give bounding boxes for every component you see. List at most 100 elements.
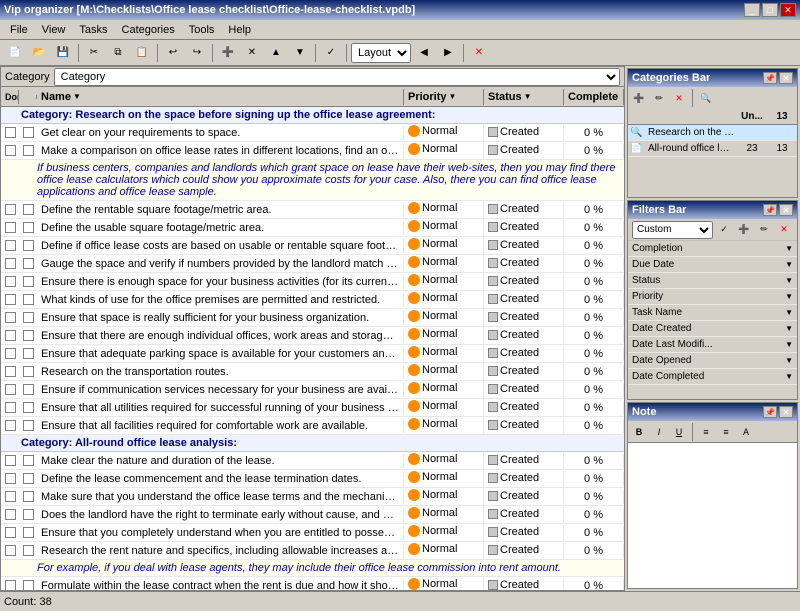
menu-view[interactable]: View bbox=[36, 22, 72, 38]
menu-tools[interactable]: Tools bbox=[183, 22, 221, 38]
task-checkbox-14[interactable] bbox=[19, 383, 37, 396]
task-row-9[interactable]: What kinds of use for the office premise… bbox=[1, 291, 624, 309]
toolbar-delete-task-button[interactable]: ✕ bbox=[241, 42, 263, 64]
task-checkbox-22[interactable] bbox=[19, 526, 37, 539]
layout-next-button[interactable]: ▶ bbox=[437, 42, 459, 64]
task-checkbox-21[interactable] bbox=[19, 508, 37, 521]
minimize-button[interactable]: _ bbox=[744, 3, 760, 17]
note-content[interactable] bbox=[628, 443, 797, 588]
task-done-checkbox-22[interactable] bbox=[1, 526, 19, 539]
task-done-checkbox-20[interactable] bbox=[1, 490, 19, 503]
category-filter-select[interactable]: Category bbox=[54, 68, 620, 86]
task-row-25[interactable]: Formulate within the lease contract when… bbox=[1, 577, 624, 590]
task-row-20[interactable]: Make sure that you understand the office… bbox=[1, 488, 624, 506]
categories-close-button[interactable]: ✕ bbox=[779, 72, 793, 84]
task-checkbox-25[interactable] bbox=[19, 579, 37, 590]
task-checkbox-2[interactable] bbox=[19, 144, 37, 157]
task-done-checkbox-6[interactable] bbox=[1, 239, 19, 252]
task-done-checkbox-25[interactable] bbox=[1, 579, 19, 590]
task-row-1[interactable]: Get clear on your requirements to space.… bbox=[1, 124, 624, 142]
toolbar-cut-button[interactable]: ✂ bbox=[83, 42, 105, 64]
filters-pin-button[interactable]: 📌 bbox=[763, 204, 777, 216]
th-name[interactable]: Name ▼ bbox=[37, 89, 404, 105]
task-row-16[interactable]: Ensure that all facilities required for … bbox=[1, 417, 624, 435]
task-done-checkbox-9[interactable] bbox=[1, 293, 19, 306]
task-done-checkbox-23[interactable] bbox=[1, 544, 19, 557]
note-italic-button[interactable]: I bbox=[650, 423, 668, 441]
task-row-23[interactable]: Research the rent nature and specifics, … bbox=[1, 542, 624, 560]
task-done-checkbox-19[interactable] bbox=[1, 472, 19, 485]
categories-pin-button[interactable]: 📌 bbox=[763, 72, 777, 84]
task-checkbox-20[interactable] bbox=[19, 490, 37, 503]
task-checkbox-16[interactable] bbox=[19, 419, 37, 432]
task-done-checkbox-14[interactable] bbox=[1, 383, 19, 396]
task-checkbox-1[interactable] bbox=[19, 126, 37, 139]
task-row-2[interactable]: Make a comparison on office lease rates … bbox=[1, 142, 624, 160]
filter-status[interactable]: Status ▼ bbox=[628, 273, 797, 289]
task-done-checkbox-4[interactable] bbox=[1, 203, 19, 216]
menu-help[interactable]: Help bbox=[222, 22, 257, 38]
task-done-checkbox-5[interactable] bbox=[1, 221, 19, 234]
task-row-4[interactable]: Define the rentable square footage/metri… bbox=[1, 201, 624, 219]
task-done-checkbox-2[interactable] bbox=[1, 144, 19, 157]
filter-date-created[interactable]: Date Created ▼ bbox=[628, 321, 797, 337]
task-row-14[interactable]: Ensure if communication services necessa… bbox=[1, 381, 624, 399]
task-done-checkbox-12[interactable] bbox=[1, 347, 19, 360]
task-done-checkbox-13[interactable] bbox=[1, 365, 19, 378]
task-done-checkbox-8[interactable] bbox=[1, 275, 19, 288]
filter-date-opened[interactable]: Date Opened ▼ bbox=[628, 353, 797, 369]
task-checkbox-18[interactable] bbox=[19, 454, 37, 467]
toolbar-cancel-button[interactable]: ✕ bbox=[468, 42, 490, 64]
toolbar-check-button[interactable]: ✓ bbox=[320, 42, 342, 64]
filter-due-date[interactable]: Due Date ▼ bbox=[628, 257, 797, 273]
task-done-checkbox-7[interactable] bbox=[1, 257, 19, 270]
task-checkbox-6[interactable] bbox=[19, 239, 37, 252]
note-bold-button[interactable]: B bbox=[630, 423, 648, 441]
th-status[interactable]: Status ▼ bbox=[484, 89, 564, 105]
task-checkbox-13[interactable] bbox=[19, 365, 37, 378]
task-row-22[interactable]: Ensure that you completely understand wh… bbox=[1, 524, 624, 542]
task-row-11[interactable]: Ensure that there are enough individual … bbox=[1, 327, 624, 345]
toolbar-move-up-button[interactable]: ▲ bbox=[265, 42, 287, 64]
task-done-checkbox-16[interactable] bbox=[1, 419, 19, 432]
filter-add-button[interactable]: ➕ bbox=[735, 221, 753, 239]
task-checkbox-10[interactable] bbox=[19, 311, 37, 324]
task-row-10[interactable]: Ensure that space is really sufficient f… bbox=[1, 309, 624, 327]
task-row-21[interactable]: Does the landlord have the right to term… bbox=[1, 506, 624, 524]
task-done-checkbox-10[interactable] bbox=[1, 311, 19, 324]
task-checkbox-9[interactable] bbox=[19, 293, 37, 306]
filter-task-name[interactable]: Task Name ▼ bbox=[628, 305, 797, 321]
layout-select[interactable]: Layout bbox=[351, 43, 411, 63]
filter-completion[interactable]: Completion ▼ bbox=[628, 241, 797, 257]
note-color-button[interactable]: A bbox=[737, 423, 755, 441]
task-row-8[interactable]: Ensure there is enough space for your bu… bbox=[1, 273, 624, 291]
task-checkbox-8[interactable] bbox=[19, 275, 37, 288]
cat-filter-button[interactable]: 🔍 bbox=[697, 89, 715, 107]
task-done-checkbox-1[interactable] bbox=[1, 126, 19, 139]
filter-priority[interactable]: Priority ▼ bbox=[628, 289, 797, 305]
note-pin-button[interactable]: 📌 bbox=[763, 406, 777, 418]
toolbar-move-down-button[interactable]: ▼ bbox=[289, 42, 311, 64]
toolbar-add-task-button[interactable]: ➕ bbox=[217, 42, 239, 64]
cat-row-research[interactable]: 🔍 Research on the space before sig... bbox=[628, 125, 797, 141]
toolbar-open-button[interactable]: 📂 bbox=[28, 42, 50, 64]
task-done-checkbox-18[interactable] bbox=[1, 454, 19, 467]
note-center-button[interactable]: ≡ bbox=[717, 423, 735, 441]
note-close-button[interactable]: ✕ bbox=[779, 406, 793, 418]
task-checkbox-11[interactable] bbox=[19, 329, 37, 342]
maximize-button[interactable]: □ bbox=[762, 3, 778, 17]
task-done-checkbox-11[interactable] bbox=[1, 329, 19, 342]
task-row-13[interactable]: Research on the transportation routes.No… bbox=[1, 363, 624, 381]
toolbar-redo-button[interactable]: ↪ bbox=[186, 42, 208, 64]
task-done-checkbox-21[interactable] bbox=[1, 508, 19, 521]
task-checkbox-19[interactable] bbox=[19, 472, 37, 485]
filters-close-button[interactable]: ✕ bbox=[779, 204, 793, 216]
filter-date-modified[interactable]: Date Last Modifi... ▼ bbox=[628, 337, 797, 353]
cat-row-allround[interactable]: 📄 All-round office lease analysis: 23 13 bbox=[628, 141, 797, 157]
layout-prev-button[interactable]: ◀ bbox=[413, 42, 435, 64]
task-checkbox-7[interactable] bbox=[19, 257, 37, 270]
menu-file[interactable]: File bbox=[4, 22, 34, 38]
task-checkbox-15[interactable] bbox=[19, 401, 37, 414]
toolbar-paste-button[interactable]: 📋 bbox=[131, 42, 153, 64]
toolbar-undo-button[interactable]: ↩ bbox=[162, 42, 184, 64]
